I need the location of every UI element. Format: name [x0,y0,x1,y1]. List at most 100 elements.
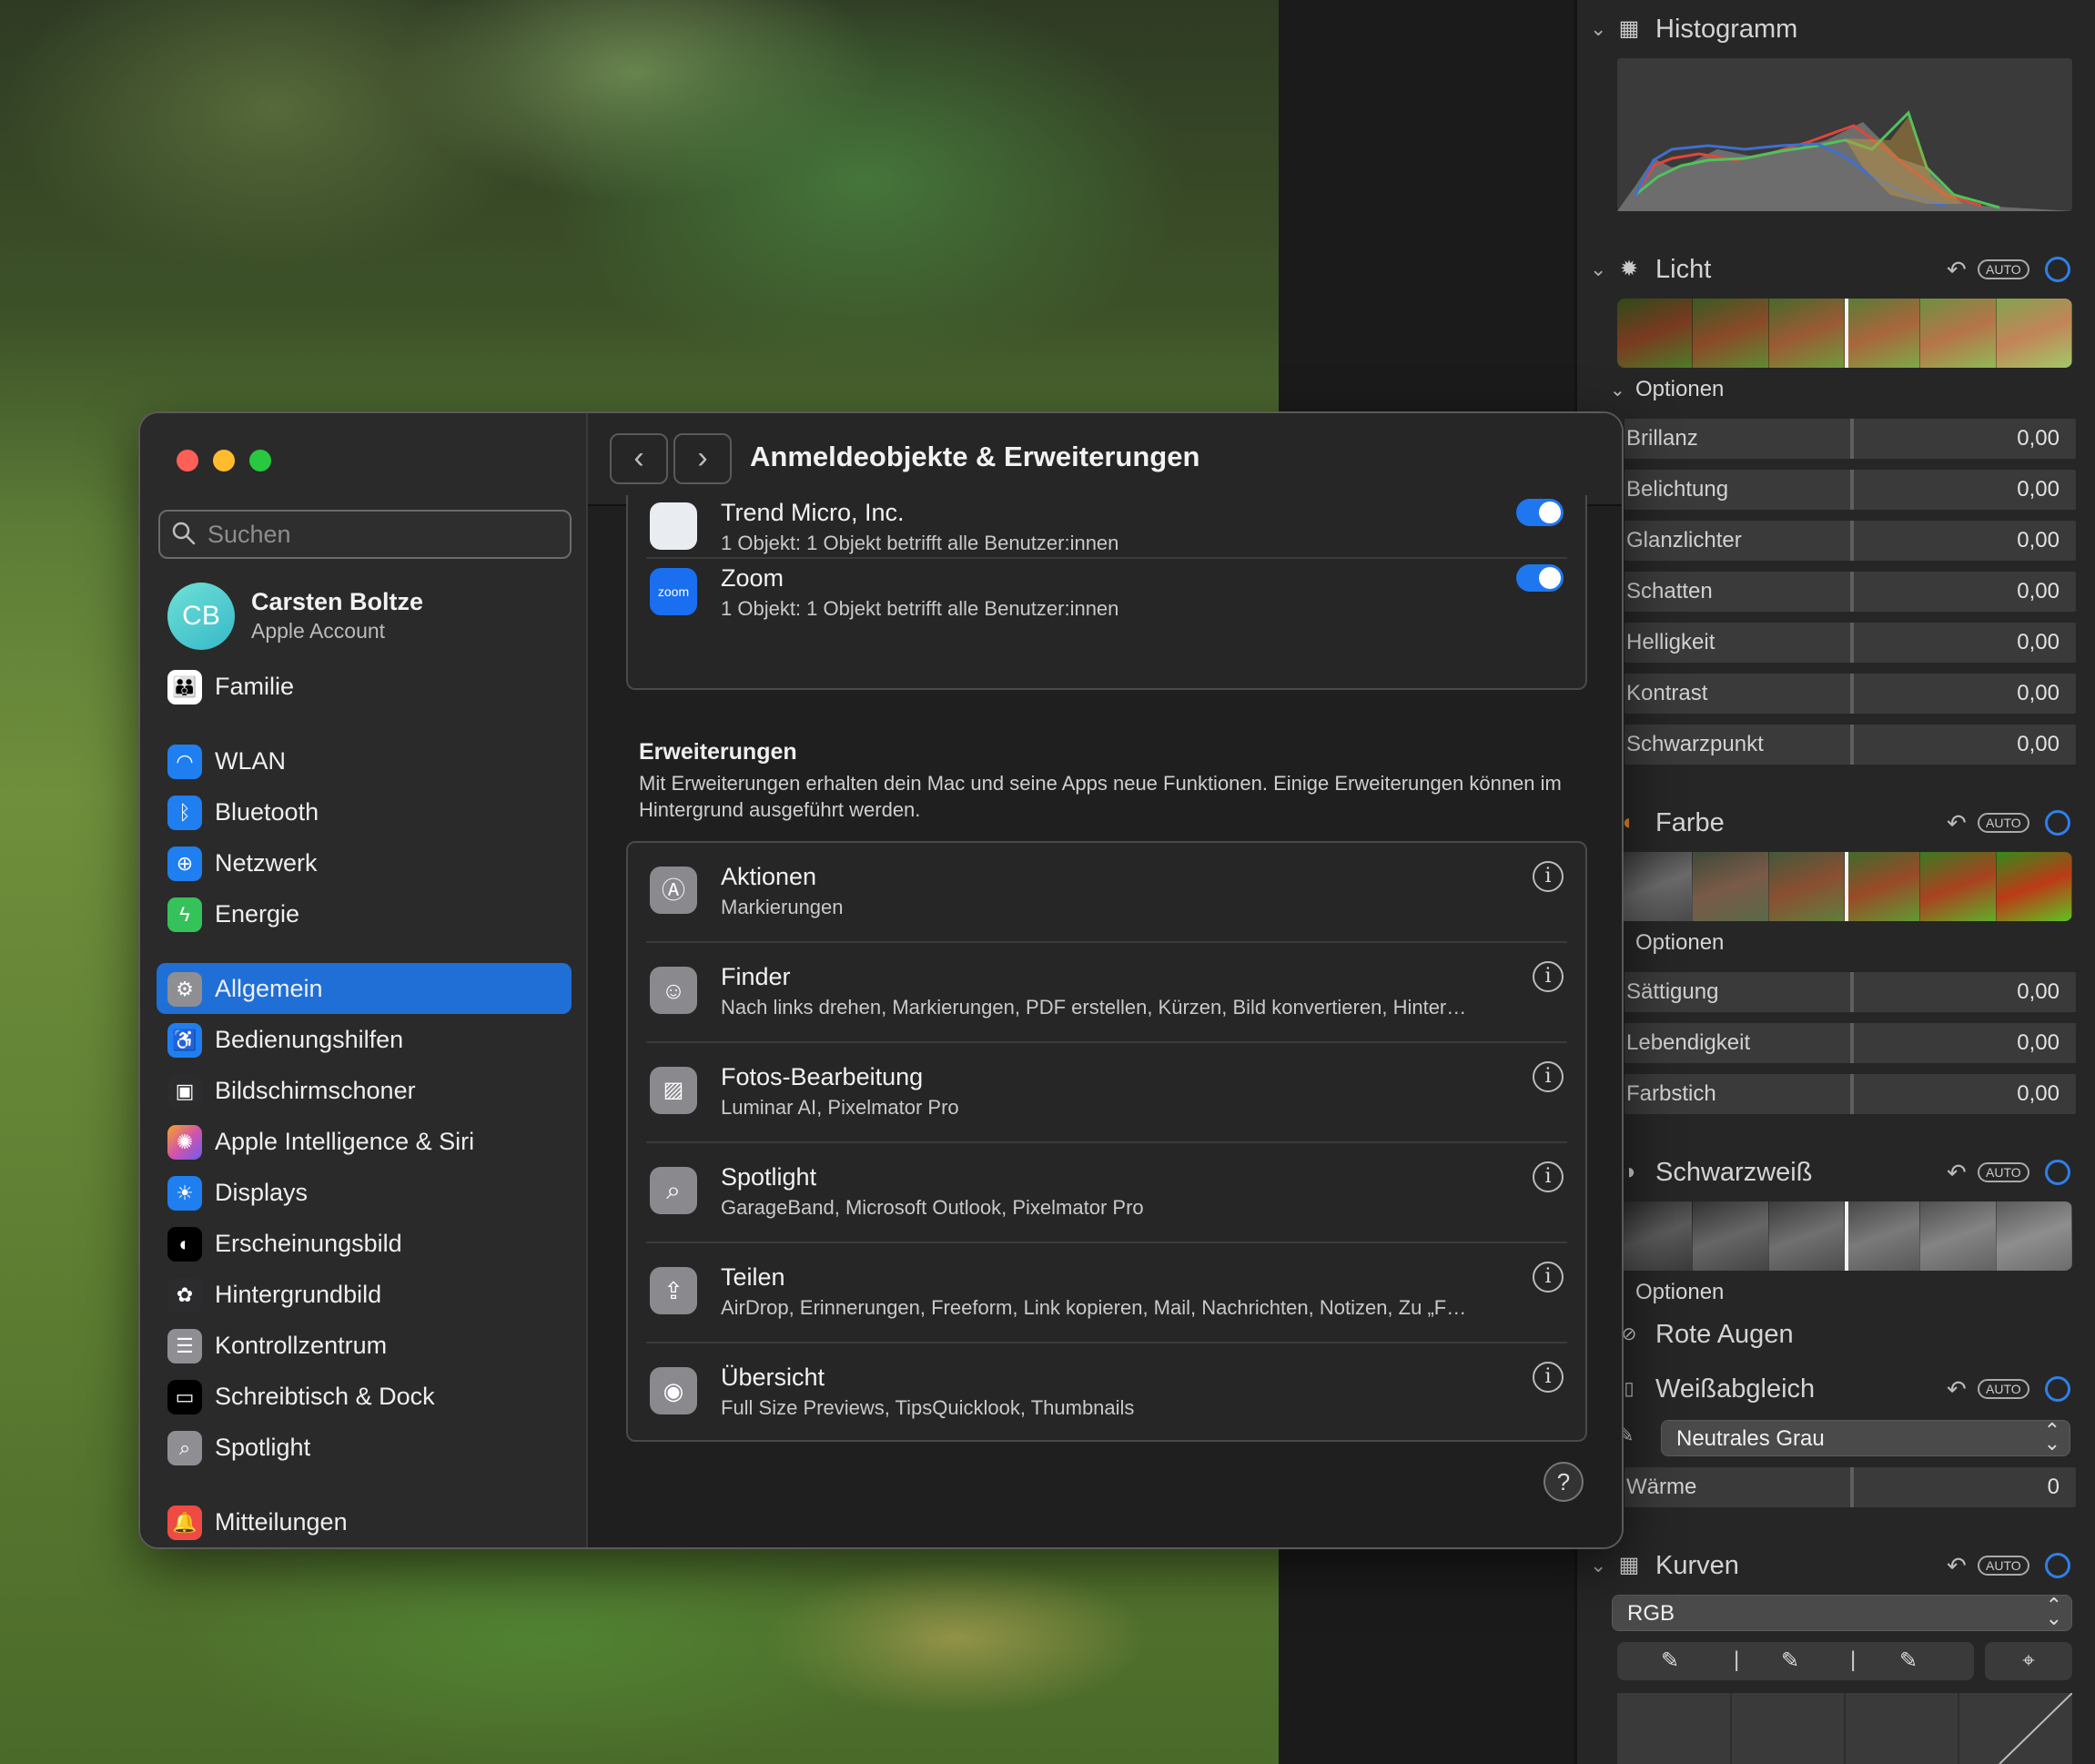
chevron-down-icon[interactable]: ⌄ [1610,379,1625,401]
eyedropper-gray-icon[interactable]: ✎ [1781,1647,1799,1674]
curve-graph[interactable] [1617,1693,2072,1764]
minimize-window-button[interactable] [213,450,235,471]
sidebar-item-spotlight[interactable]: ⌕ Spotlight [157,1422,572,1473]
schwarzweiss-options-header[interactable]: Optionen [1577,1278,2095,1311]
auto-button[interactable]: AUTO [1978,1379,2029,1399]
info-icon[interactable]: i [1533,1262,1564,1293]
sidebar-item-hintergrundbild[interactable]: ✿ Hintergrundbild [157,1269,572,1320]
chevron-down-icon[interactable]: ⌄ [1590,258,1606,281]
login-item-toggle[interactable] [1516,564,1564,592]
eyedropper-white-icon[interactable]: ✎ [1899,1647,1918,1674]
curve-eyedroppers[interactable]: ✎ | ✎ | ✎ [1617,1642,1974,1680]
add-point-icon[interactable]: ⌖ [1985,1642,2072,1680]
slider-schatten[interactable]: Schatten 0,00 [1624,572,2076,612]
zoom-window-button[interactable] [249,450,271,471]
auto-button[interactable]: AUTO [1978,1162,2029,1182]
page-title: Anmeldeobjekte & Erweiterungen [750,441,1200,472]
licht-header[interactable]: ⌄ ✹ Licht ↶ AUTO [1577,251,2095,288]
info-icon[interactable]: i [1533,1161,1564,1192]
histogram-header[interactable]: ⌄ ▦ Histogramm [1577,11,2095,47]
sidebar-item-erscheinungsbild[interactable]: ◐ Erscheinungsbild [157,1218,572,1269]
sidebar-item-displays[interactable]: ☀ Displays [157,1167,572,1218]
extension-subtitle: Markierungen [721,896,844,918]
enable-toggle[interactable] [2045,257,2070,282]
auto-button[interactable]: AUTO [1978,259,2029,279]
white-balance-mode-select[interactable]: Neutrales Grau ⌃ ⌄ [1661,1420,2070,1456]
schwarzweiss-header[interactable]: ◑ Schwarzweiß ↶ AUTO [1577,1154,2095,1191]
slider-brillanz[interactable]: Brillanz 0,00 [1624,419,2076,459]
undo-icon[interactable]: ↶ [1947,809,1967,837]
slider-schwarzpunkt[interactable]: Schwarzpunkt 0,00 [1624,725,2076,765]
sidebar-item-wlan[interactable]: ◠ WLAN [157,735,572,786]
sidebar-item-bildschirmschoner[interactable]: ▣ Bildschirmschoner [157,1065,572,1116]
farbe-options-header[interactable]: Optionen [1577,928,2095,961]
undo-icon[interactable]: ↶ [1947,1159,1967,1187]
undo-icon[interactable]: ↶ [1947,1375,1967,1404]
extension-row-aktionen[interactable]: Ⓐ Aktionen Markierungen i [628,843,1585,943]
extension-row-spotlight[interactable]: ⌕ Spotlight GarageBand, Microsoft Outloo… [628,1143,1585,1243]
extension-subtitle: AirDrop, Erinnerungen, Freeform, Link ko… [721,1296,1467,1319]
info-icon[interactable]: i [1533,861,1564,892]
eyedropper-black-icon[interactable]: ✎ [1661,1647,1679,1674]
schwarzweiss-thumbnail-strip[interactable] [1617,1201,2072,1271]
enable-toggle[interactable] [2045,810,2070,836]
enable-toggle[interactable] [2045,1160,2070,1185]
sidebar-item-apple-intelligence-siri[interactable]: ✺ Apple Intelligence & Siri [157,1116,572,1167]
extension-row-uebersicht[interactable]: ◉ Übersicht Full Size Previews, TipsQuic… [628,1343,1585,1444]
slider-lebendigkeit[interactable]: Lebendigkeit 0,00 [1624,1023,2076,1063]
sidebar-item-energie[interactable]: ϟ Energie [157,888,572,939]
enable-toggle[interactable] [2045,1376,2070,1402]
back-button[interactable]: ‹ [610,433,668,484]
sidebar-item-kontrollzentrum[interactable]: ☰ Kontrollzentrum [157,1320,572,1371]
adjust-panel: ⌄ ▦ Histogramm ⌄ ✹ Licht ↶ AUTO ⌄ Option… [1574,0,2095,1764]
extension-subtitle: GarageBand, Microsoft Outlook, Pixelmato… [721,1196,1144,1219]
slider-glanzlichter[interactable]: Glanzlichter 0,00 [1624,521,2076,561]
search-input[interactable] [207,519,553,550]
info-icon[interactable]: i [1533,1362,1564,1393]
slider-kontrast[interactable]: Kontrast 0,00 [1624,674,2076,714]
slider-waerme[interactable]: Wärme 0 [1624,1467,2076,1507]
sidebar-item-familie[interactable]: 👪 Familie [157,661,572,712]
extension-row-fotos-bearbeitung[interactable]: ▨ Fotos-Bearbeitung Luminar AI, Pixelmat… [628,1043,1585,1143]
login-item-toggle[interactable] [1516,499,1564,526]
rote-augen-header[interactable]: ⊘ Rote Augen [1577,1316,2095,1353]
auto-button[interactable]: AUTO [1978,1556,2029,1576]
slider-belichtung[interactable]: Belichtung 0,00 [1624,470,2076,510]
sidebar-item-bedienungshilfen[interactable]: ♿ Bedienungshilfen [157,1014,572,1065]
weissabgleich-header[interactable]: ▯ Weißabgleich ↶ AUTO [1577,1371,2095,1407]
search-field[interactable] [158,510,572,559]
eye-icon: ◉ [650,1367,697,1414]
sidebar-item-allgemein[interactable]: ⚙ Allgemein [157,963,572,1014]
info-icon[interactable]: i [1533,1061,1564,1092]
sidebar-item-bluetooth[interactable]: ᛒ Bluetooth [157,786,572,837]
forward-button[interactable]: › [673,433,732,484]
help-button[interactable]: ? [1543,1462,1584,1502]
chevron-down-icon[interactable]: ⌄ [1590,17,1606,41]
undo-icon[interactable]: ↶ [1947,256,1967,284]
login-item-row[interactable]: zoom Zoom 1 Objekt: 1 Objekt betrifft al… [628,559,1585,659]
bluetooth-icon: ᛒ [167,796,202,830]
farbe-header[interactable]: ◐ Farbe ↶ AUTO [1577,805,2095,841]
slider-farbstich[interactable]: Farbstich 0,00 [1624,1074,2076,1114]
extension-subtitle: Full Size Previews, TipsQuicklook, Thumb… [721,1396,1135,1419]
undo-icon[interactable]: ↶ [1947,1552,1967,1580]
chevron-down-icon[interactable]: ⌄ [1590,1554,1606,1577]
enable-toggle[interactable] [2045,1553,2070,1578]
slider-saettigung[interactable]: Sättigung 0,00 [1624,972,2076,1012]
farbe-thumbnail-strip[interactable] [1617,852,2072,921]
extension-row-finder[interactable]: ☺ Finder Nach links drehen, Markierungen… [628,943,1585,1043]
slider-helligkeit[interactable]: Helligkeit 0,00 [1624,623,2076,663]
curve-channel-select[interactable]: RGB ⌃ ⌄ [1612,1595,2072,1631]
kurven-header[interactable]: ⌄ ▦ Kurven ↶ AUTO [1577,1547,2095,1584]
sidebar-item-schreibtisch-dock[interactable]: ▭ Schreibtisch & Dock [157,1371,572,1422]
extensions-list: Ⓐ Aktionen Markierungen i ☺ Finder Nach … [626,841,1587,1442]
info-icon[interactable]: i [1533,961,1564,992]
sidebar-item-netzwerk[interactable]: ⊕ Netzwerk [157,837,572,888]
licht-thumbnail-strip[interactable] [1617,299,2072,368]
sidebar-item-mitteilungen[interactable]: 🔔 Mitteilungen [157,1496,572,1547]
extension-row-teilen[interactable]: ⇪ Teilen AirDrop, Erinnerungen, Freeform… [628,1243,1585,1343]
apple-account-item[interactable]: CB Carsten Boltze Apple Account [167,583,568,650]
close-window-button[interactable] [177,450,198,471]
licht-options-header[interactable]: ⌄ Optionen [1577,375,2095,408]
auto-button[interactable]: AUTO [1978,813,2029,833]
